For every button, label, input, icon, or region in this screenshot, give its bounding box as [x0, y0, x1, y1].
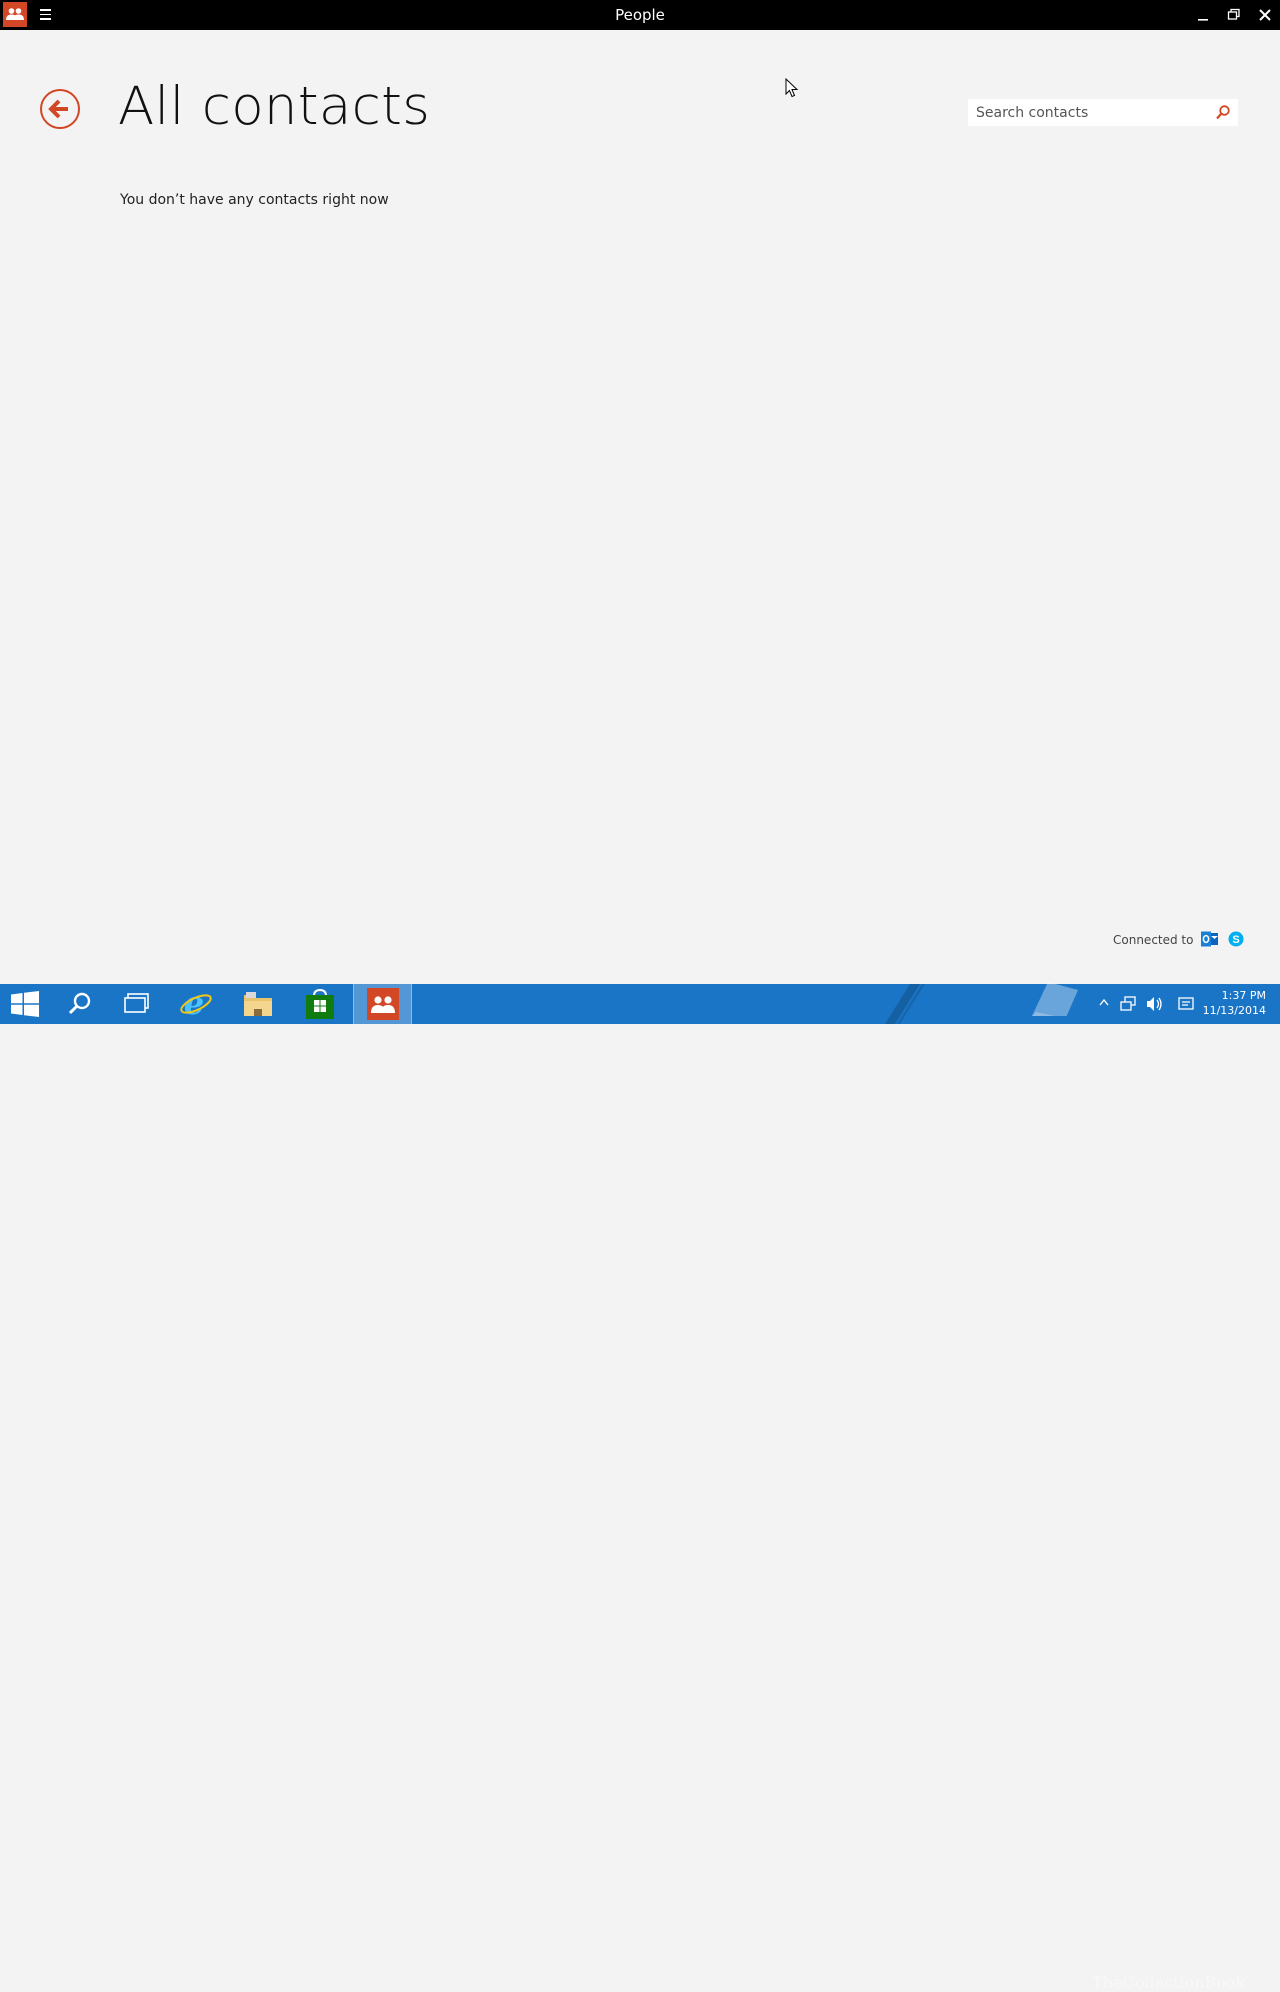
- close-icon: [1259, 9, 1271, 21]
- svg-text:e: e: [184, 988, 204, 1020]
- close-button[interactable]: [1249, 0, 1280, 30]
- search-icon: [1216, 105, 1230, 120]
- connected-label: Connected to: [1113, 933, 1194, 947]
- people-taskbar-button[interactable]: [353, 984, 412, 1024]
- task-view-button[interactable]: [108, 984, 164, 1024]
- people-icon: [367, 988, 399, 1020]
- system-tray: [1096, 984, 1196, 1024]
- watermark-text: TheCollectionBook: [1092, 1973, 1246, 1992]
- outlook-icon[interactable]: [1201, 931, 1219, 950]
- network-icon[interactable]: [1120, 996, 1138, 1012]
- restore-button[interactable]: [1218, 0, 1250, 30]
- search-taskbar-button[interactable]: [52, 984, 108, 1024]
- clock[interactable]: 1:37 PM 11/13/2014: [1203, 988, 1266, 1018]
- minimize-icon: [1198, 19, 1208, 21]
- search-icon: [68, 992, 91, 1015]
- clock-time: 1:37 PM: [1221, 989, 1266, 1002]
- title-bar: People: [0, 0, 1280, 30]
- book-watermark-icon: [1032, 982, 1078, 1016]
- search-input[interactable]: [968, 99, 1208, 126]
- start-button[interactable]: [0, 984, 56, 1024]
- task-view-icon: [124, 993, 149, 1013]
- minimize-button[interactable]: [1187, 0, 1219, 30]
- decorative-stripe: [885, 984, 925, 1024]
- action-center-icon[interactable]: [1178, 997, 1194, 1011]
- store-icon: [306, 989, 334, 1019]
- skype-icon[interactable]: S: [1228, 931, 1244, 950]
- file-explorer-icon: [244, 992, 272, 1016]
- window-title: People: [615, 6, 665, 24]
- clock-date: 11/13/2014: [1202, 1004, 1266, 1017]
- connected-services: Connected to S: [1113, 931, 1244, 949]
- search-button[interactable]: [1216, 105, 1230, 124]
- internet-explorer-button[interactable]: e: [168, 984, 224, 1024]
- internet-explorer-icon: e: [180, 988, 212, 1020]
- volume-icon[interactable]: [1146, 996, 1164, 1012]
- file-explorer-button[interactable]: [230, 984, 286, 1024]
- page-title: All contacts: [118, 76, 431, 137]
- svg-text:S: S: [1233, 934, 1240, 946]
- store-button[interactable]: [292, 984, 348, 1024]
- show-hidden-icons-icon[interactable]: [1099, 998, 1109, 1008]
- restore-icon: [1227, 8, 1240, 20]
- people-app-icon: [3, 2, 27, 27]
- start-icon: [11, 991, 39, 1017]
- back-button[interactable]: [40, 89, 80, 129]
- mouse-cursor-icon: [785, 77, 799, 102]
- search-box[interactable]: [968, 99, 1238, 126]
- hamburger-menu-button[interactable]: [37, 6, 53, 24]
- taskbar: e TheCollectionBook 1:37 PM 11/13/2014: [0, 982, 1280, 1992]
- back-arrow-icon: [40, 89, 80, 129]
- empty-state-message: You don’t have any contacts right now: [120, 192, 389, 208]
